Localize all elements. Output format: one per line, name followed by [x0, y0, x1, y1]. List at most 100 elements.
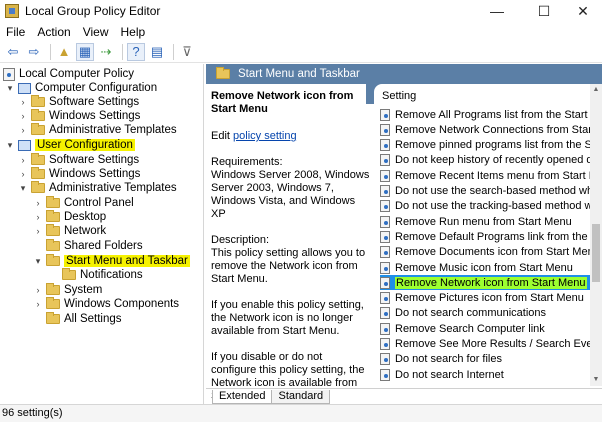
close-button[interactable]: ✕ [563, 0, 602, 22]
up-folder-icon[interactable]: ▲ [55, 43, 73, 61]
maximize-button[interactable]: ☐ [524, 0, 564, 22]
setting-row[interactable]: Remove Recent Items menu from Start Menu [380, 168, 590, 183]
policy-setting-icon [380, 322, 390, 335]
setting-column-header[interactable]: Setting [382, 90, 416, 102]
setting-label: Remove pinned programs list from the Sta… [395, 139, 590, 152]
setting-row[interactable]: Remove Default Programs link from the St… [380, 229, 590, 244]
tab-extended[interactable]: Extended [212, 390, 273, 404]
status-bar: 96 setting(s) [0, 404, 602, 422]
minimize-button[interactable]: — [477, 0, 517, 22]
chevron-right-icon[interactable]: › [33, 212, 43, 222]
setting-row[interactable]: Remove Pictures icon from Start Menu [380, 291, 590, 306]
description-text: Description: This policy setting allows … [211, 234, 366, 285]
chevron-right-icon[interactable]: › [33, 299, 43, 309]
setting-row[interactable]: Remove pinned programs list from the Sta… [380, 138, 590, 153]
chevron-right-icon[interactable]: › [18, 169, 28, 179]
setting-row[interactable]: Do not search communications [380, 306, 590, 321]
edit-prefix: Edit [211, 130, 234, 142]
tree-item-start-menu-and-taskbar[interactable]: ▾ Start Menu and Taskbar [33, 254, 190, 268]
chevron-down-icon[interactable]: ▾ [5, 140, 15, 151]
help-icon[interactable]: ? [127, 42, 145, 61]
tree-item-user-configuration[interactable]: ▾ User Configuration [5, 138, 135, 152]
setting-row[interactable]: Do not use the search-based method when … [380, 184, 590, 199]
menu-file[interactable]: File [0, 25, 31, 39]
forward-arrow-icon[interactable]: ⇨ [25, 43, 43, 61]
chevron-right-icon[interactable]: › [18, 155, 28, 165]
setting-row[interactable]: Remove Music icon from Start Menu [380, 260, 590, 275]
tree-item-system[interactable]: › System [33, 283, 102, 297]
back-arrow-icon[interactable]: ⇦ [4, 43, 22, 61]
scroll-up-icon[interactable]: ▲ [590, 84, 602, 96]
tree-label: Control Panel [64, 197, 134, 209]
toolbar-separator [50, 43, 51, 60]
chevron-right-icon[interactable]: › [33, 285, 43, 295]
settings-list[interactable]: Setting Remove All Programs list from th… [374, 84, 602, 386]
tree-item-software-settings[interactable]: › Software Settings [18, 95, 139, 109]
setting-row[interactable]: Remove See More Results / Search Everywh… [380, 337, 590, 352]
edit-policy-setting-link[interactable]: policy setting [233, 130, 297, 142]
tree-item-control-panel[interactable]: › Control Panel [33, 196, 134, 210]
setting-row[interactable]: Remove Network icon from Start Menu [380, 275, 590, 291]
scroll-down-icon[interactable]: ▼ [590, 374, 602, 386]
menu-view[interactable]: View [77, 25, 115, 39]
setting-row[interactable]: Do not keep history of recently opened d… [380, 153, 590, 168]
tree-label: Shared Folders [64, 240, 143, 252]
chevron-down-icon[interactable]: ▾ [5, 83, 15, 94]
tree-item-administrative-templates[interactable]: ▾ Administrative Templates [18, 181, 177, 195]
chevron-right-icon[interactable]: › [33, 198, 43, 208]
chevron-right-icon[interactable]: › [18, 111, 28, 121]
tree-item-windows-components[interactable]: › Windows Components [33, 297, 179, 311]
tree-item-windows-settings[interactable]: › Windows Settings [18, 167, 140, 181]
title-bar: Local Group Policy Editor — ☐ ✕ [0, 0, 602, 22]
chevron-right-icon[interactable]: › [33, 226, 43, 236]
filter-icon[interactable]: ⊽ [178, 43, 196, 61]
chevron-right-icon[interactable]: › [18, 125, 28, 135]
tree-item-all-settings[interactable]: All Settings [46, 312, 122, 326]
policy-tree[interactable]: Local Computer Policy ▾ Computer Configu… [0, 64, 204, 404]
policy-setting-icon [380, 123, 390, 136]
tree-label: Windows Components [64, 298, 180, 310]
menu-help[interactable]: Help [115, 25, 152, 39]
tab-standard[interactable]: Standard [271, 390, 331, 404]
setting-label: Do not search for files [395, 353, 502, 366]
vertical-scrollbar[interactable]: ▲ ▼ [590, 84, 602, 386]
setting-label: Remove Pictures icon from Start Menu [395, 292, 584, 305]
policy-setting-icon [380, 154, 390, 167]
tree-item-local-computer-policy[interactable]: Local Computer Policy [3, 67, 134, 81]
setting-row[interactable]: Remove Run menu from Start Menu [380, 214, 590, 229]
export-list-icon[interactable]: ⇢ [97, 43, 115, 61]
tree-item-computer-configuration[interactable]: ▾ Computer Configuration [5, 81, 157, 95]
tree-item-network[interactable]: › Network [33, 224, 106, 238]
properties-icon[interactable]: ▤ [148, 43, 166, 61]
chevron-right-icon[interactable]: › [18, 97, 28, 107]
policy-icon [3, 67, 15, 81]
chevron-down-icon[interactable]: ▾ [33, 256, 43, 267]
setting-row[interactable]: Remove Documents icon from Start Menu [380, 245, 590, 260]
tree-label: Windows Settings [49, 110, 141, 122]
chevron-down-icon[interactable]: ▾ [18, 183, 28, 194]
tree-item-shared-folders[interactable]: Shared Folders [46, 239, 143, 253]
folder-icon [62, 268, 76, 280]
setting-label: Do not search communications [395, 307, 547, 320]
edit-line: Edit policy setting [211, 130, 370, 143]
setting-label: Remove See More Results / Search Everywh… [395, 338, 590, 350]
menu-action[interactable]: Action [31, 25, 76, 39]
policy-setting-icon [380, 368, 390, 381]
setting-row[interactable]: Do not search for files [380, 352, 590, 367]
show-hide-tree-icon[interactable]: ▦ [76, 42, 94, 61]
setting-row[interactable]: Do not use the tracking-based method whe… [380, 199, 590, 214]
scrollbar-thumb[interactable] [592, 224, 600, 282]
folder-icon [31, 123, 45, 135]
setting-row[interactable]: Do not search Internet [380, 367, 590, 382]
setting-row[interactable]: Remove All Programs list from the Start … [380, 107, 590, 122]
enable-text: If you enable this policy setting, the N… [211, 299, 364, 337]
setting-row[interactable]: Remove Network Connections from Start Me… [380, 122, 590, 137]
tree-item-notifications[interactable]: Notifications [62, 268, 143, 282]
tree-item-administrative-templates[interactable]: › Administrative Templates [18, 123, 177, 137]
setting-row[interactable]: Remove Search Computer link [380, 321, 590, 336]
details-header-title: Start Menu and Taskbar [238, 68, 360, 80]
toolbar-separator [122, 43, 123, 60]
tree-item-windows-settings[interactable]: › Windows Settings [18, 109, 140, 123]
tree-item-software-settings[interactable]: › Software Settings [18, 153, 139, 167]
tree-item-desktop[interactable]: › Desktop [33, 210, 106, 224]
